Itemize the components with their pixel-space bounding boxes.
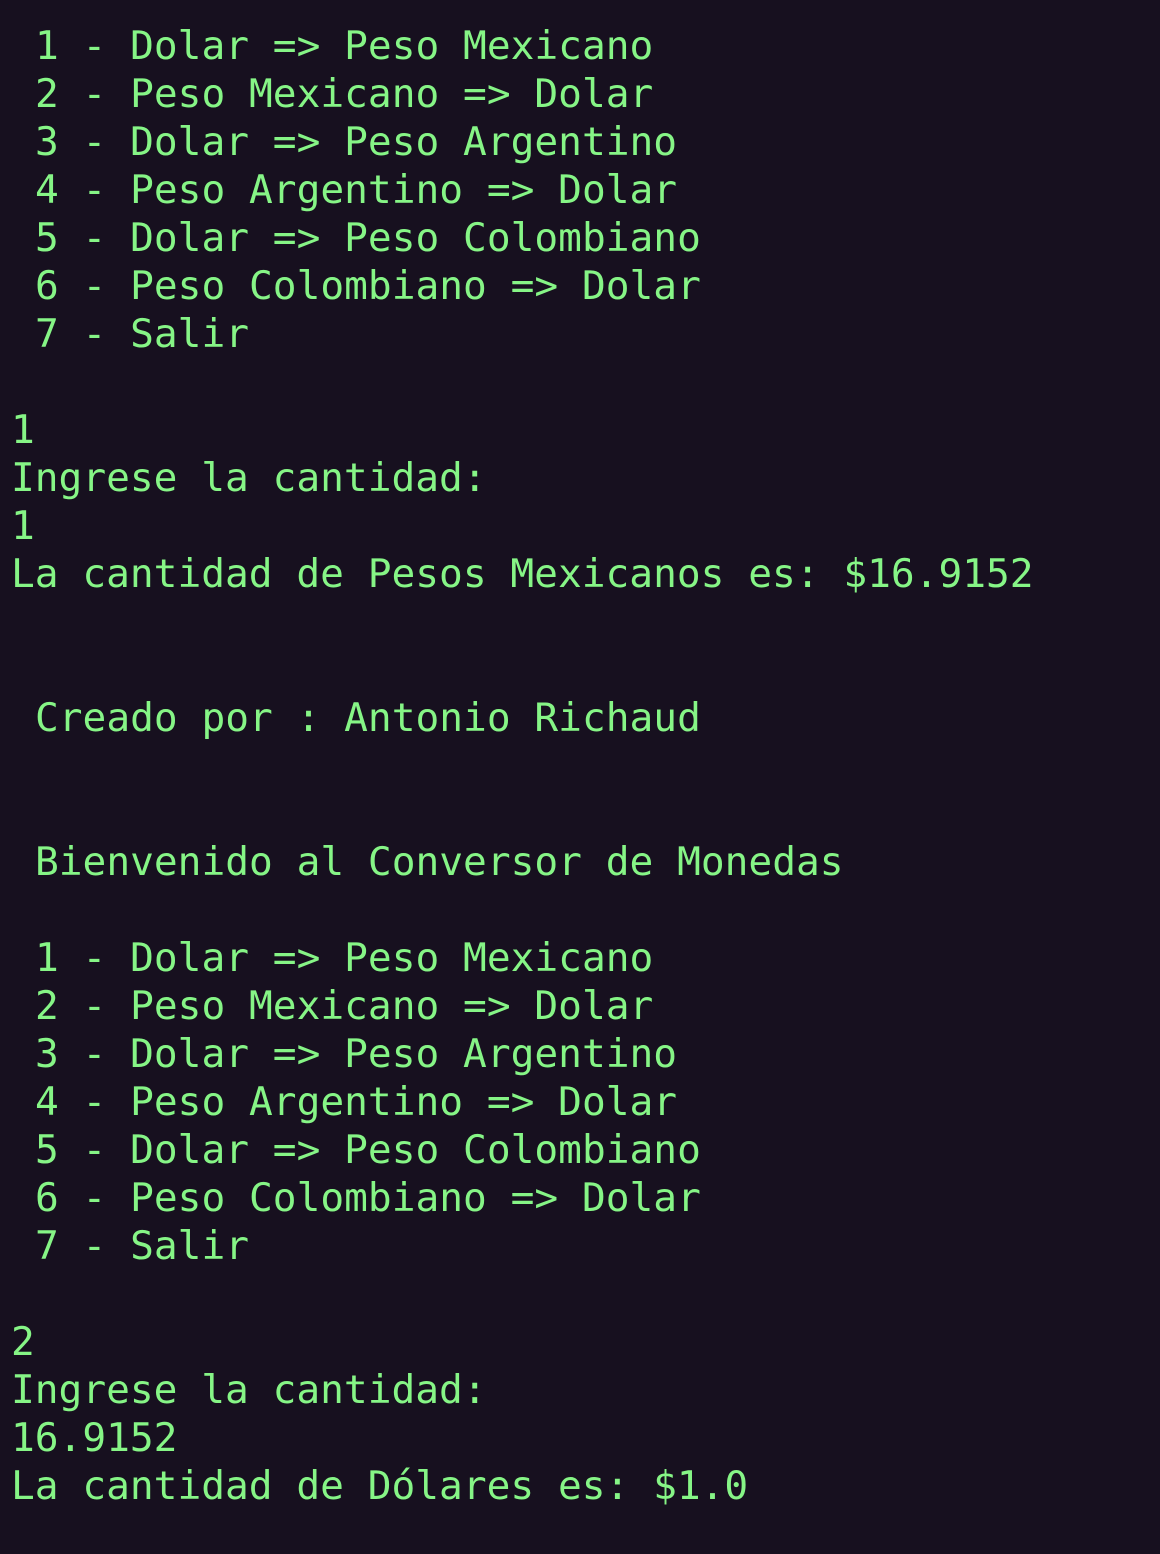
terminal-line-user-input: 1 bbox=[11, 503, 35, 549]
terminal-line-menu-option: 5 - Dolar => Peso Colombiano bbox=[35, 1127, 701, 1173]
terminal-line-menu-option: 3 - Dolar => Peso Argentino bbox=[35, 119, 678, 165]
terminal-line-result: La cantidad de Dólares es: $1.0 bbox=[11, 1463, 749, 1509]
terminal-line-welcome: Bienvenido al Conversor de Monedas bbox=[35, 839, 844, 885]
terminal-output[interactable]: 1 - Dolar => Peso Mexicano 2 - Peso Mexic… bbox=[0, 0, 1160, 1554]
terminal-line-menu-option: 4 - Peso Argentino => Dolar bbox=[35, 167, 678, 213]
terminal-line-menu-option: 2 - Peso Mexicano => Dolar bbox=[35, 71, 654, 117]
terminal-line-menu-option: 3 - Dolar => Peso Argentino bbox=[35, 1031, 678, 1077]
terminal-line-menu-option: 5 - Dolar => Peso Colombiano bbox=[35, 215, 701, 261]
terminal-line-menu-option: 7 - Salir bbox=[35, 1223, 250, 1269]
terminal-line-prompt: Ingrese la cantidad: bbox=[11, 1367, 487, 1413]
terminal-line-user-input: 2 bbox=[11, 1319, 35, 1365]
terminal-line-menu-option: 1 - Dolar => Peso Mexicano bbox=[35, 935, 654, 981]
terminal-line-menu-option: 6 - Peso Colombiano => Dolar bbox=[35, 1175, 701, 1221]
terminal-line-menu-option: 7 - Salir bbox=[35, 311, 250, 357]
terminal-line-user-input: 16.9152 bbox=[11, 1415, 178, 1461]
terminal-line-menu-option: 6 - Peso Colombiano => Dolar bbox=[35, 263, 701, 309]
terminal-line-menu-option: 4 - Peso Argentino => Dolar bbox=[35, 1079, 678, 1125]
terminal-line-menu-option: 1 - Dolar => Peso Mexicano bbox=[35, 23, 654, 69]
terminal-line-prompt: Ingrese la cantidad: bbox=[11, 455, 487, 501]
terminal-line-result: La cantidad de Pesos Mexicanos es: $16.9… bbox=[11, 551, 1034, 597]
terminal-line-menu-option: 2 - Peso Mexicano => Dolar bbox=[35, 983, 654, 1029]
terminal-line-credit: Creado por : Antonio Richaud bbox=[35, 695, 701, 741]
terminal-line-user-input: 1 bbox=[11, 407, 35, 453]
